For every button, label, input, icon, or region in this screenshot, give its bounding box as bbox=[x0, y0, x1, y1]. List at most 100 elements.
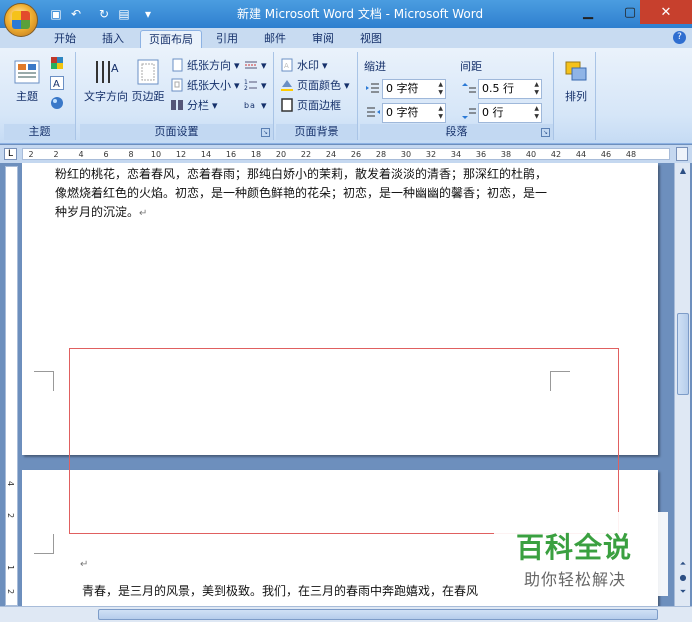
tab-selector-icon[interactable]: L bbox=[4, 148, 17, 160]
tab-home[interactable]: 开始 bbox=[46, 30, 84, 48]
themes-group: 主题 A 主题 bbox=[4, 52, 76, 140]
window-title: 新建 Microsoft Word 文档 - Microsoft Word bbox=[236, 7, 484, 21]
ruler-tick: 36 bbox=[475, 150, 487, 159]
paragraph-launcher-icon[interactable]: ↘ bbox=[541, 128, 550, 137]
ruler-row: L 2 2 4 6 8 10 12 14 16 18 20 22 24 26 2… bbox=[0, 145, 692, 163]
watermark-button[interactable]: A 水印 ▾ bbox=[280, 56, 328, 74]
redo-icon[interactable]: ↻ bbox=[96, 6, 112, 22]
paragraph-text: 青春，是三月的风景，美到极致。我们，在三月的春雨中奔跑嬉戏，在春风 bbox=[82, 584, 479, 598]
columns-button[interactable]: 分栏 ▾ bbox=[170, 96, 218, 114]
title-bar: ▣ ↶ ↻ ▤ ▾ 新建 Microsoft Word 文档 - Microso… bbox=[0, 0, 692, 28]
indent-right-spinner[interactable]: ▲ ▼ bbox=[438, 105, 443, 121]
page-background-group: A 水印 ▾ 页面颜色 ▾ 页面边框 页面背景 bbox=[276, 52, 358, 140]
previous-page-icon[interactable]: ⏶ bbox=[677, 558, 689, 570]
svg-text:A: A bbox=[53, 79, 60, 90]
arrange-button[interactable]: 排列 bbox=[556, 54, 596, 116]
ruler-tick: 16 bbox=[225, 150, 237, 159]
theme-colors-button[interactable] bbox=[50, 54, 64, 72]
arrange-group: 排列 bbox=[556, 52, 596, 140]
paragraph-mark: ↵ bbox=[139, 208, 148, 219]
document-paragraph[interactable]: 粉红的桃花，恋着春风，恋着春雨；那纯白娇小的茉莉，散发着淡淡的清香；那深红的杜鹃… bbox=[55, 165, 555, 223]
paragraph-mark: ↵ bbox=[80, 559, 89, 570]
watermark-title: 百科全说 bbox=[516, 531, 633, 564]
indent-right-input[interactable]: 0 字符 ▲ ▼ bbox=[382, 103, 446, 123]
vertical-scrollbar[interactable]: ▲ ⏶ ● ⏷ bbox=[674, 163, 690, 606]
vertical-scroll-thumb[interactable] bbox=[677, 313, 689, 395]
save-icon[interactable]: ▣ bbox=[48, 6, 64, 22]
hyphenation-button[interactable]: b a ▾ bbox=[244, 96, 267, 114]
scroll-up-icon[interactable]: ▲ bbox=[677, 165, 689, 177]
undo-icon[interactable]: ↶ bbox=[68, 6, 84, 22]
page-setup-group-label: 页面设置 bbox=[80, 124, 273, 140]
minimize-button[interactable]: ▁ bbox=[566, 0, 610, 24]
paragraph-text: 粉红的桃花，恋着春风，恋着春雨；那纯白娇小的茉莉，散发着淡淡的清香；那深红的杜鹃… bbox=[55, 167, 548, 219]
document-paragraph[interactable]: 青春，是三月的风景，美到极致。我们，在三月的春雨中奔跑嬉戏，在春风 bbox=[82, 582, 552, 601]
spacing-after-spinner[interactable]: ▲ ▼ bbox=[534, 105, 539, 121]
page-color-button[interactable]: 页面颜色 ▾ bbox=[280, 76, 350, 94]
text-direction-button[interactable]: A 文字方向 bbox=[82, 54, 130, 116]
minimize-icon: ▁ bbox=[583, 4, 593, 20]
horizontal-scrollbar[interactable] bbox=[0, 606, 692, 622]
theme-fonts-button[interactable]: A bbox=[50, 74, 64, 92]
spacing-after-value: 0 行 bbox=[482, 106, 504, 119]
office-button[interactable] bbox=[4, 3, 38, 37]
tab-view[interactable]: 视图 bbox=[352, 30, 390, 48]
themes-button[interactable]: 主题 bbox=[6, 54, 48, 116]
orientation-button[interactable]: 纸张方向 ▾ bbox=[170, 56, 240, 74]
tab-review[interactable]: 审阅 bbox=[304, 30, 342, 48]
breaks-icon bbox=[245, 61, 257, 69]
spacing-before-icon bbox=[462, 83, 476, 93]
spacing-before-spinner[interactable]: ▲ ▼ bbox=[534, 81, 539, 97]
page-setup-launcher-icon[interactable]: ↘ bbox=[261, 128, 270, 137]
spacing-before-value: 0.5 行 bbox=[482, 82, 514, 95]
ruler-tick: 40 bbox=[525, 150, 537, 159]
page-background-group-label: 页面背景 bbox=[276, 124, 357, 140]
spacing-after-input[interactable]: 0 行 ▲ ▼ bbox=[478, 103, 542, 123]
ruler-tick: 42 bbox=[550, 150, 562, 159]
indent-left-spinner[interactable]: ▲ ▼ bbox=[438, 81, 443, 97]
breaks-button[interactable]: ▾ bbox=[244, 56, 267, 74]
ruler-tick: 24 bbox=[325, 150, 337, 159]
tab-references[interactable]: 引用 bbox=[208, 30, 246, 48]
view-ruler-icon[interactable] bbox=[676, 147, 688, 161]
themes-button-label: 主题 bbox=[16, 90, 38, 103]
site-watermark: 百科全说 助你轻松解决 bbox=[494, 512, 668, 596]
margins-button[interactable]: 页边距 bbox=[130, 54, 166, 116]
next-page-icon[interactable]: ⏷ bbox=[677, 586, 689, 598]
ruler-tick: 8 bbox=[128, 150, 134, 159]
indent-left-input[interactable]: 0 字符 ▲ ▼ bbox=[382, 79, 446, 99]
ruler-tick: 2 bbox=[53, 150, 59, 159]
horizontal-scroll-thumb[interactable] bbox=[98, 609, 658, 620]
ruler-tick: 34 bbox=[450, 150, 462, 159]
vruler-tick: 1 bbox=[6, 564, 16, 571]
vertical-ruler[interactable]: 4 2 1 2 bbox=[5, 166, 18, 606]
help-icon[interactable]: ? bbox=[673, 31, 686, 44]
svg-text:A: A bbox=[111, 62, 119, 75]
indent-left-value: 0 字符 bbox=[386, 82, 419, 95]
theme-fonts-icon: A bbox=[50, 76, 64, 90]
spacing-after-icon bbox=[462, 108, 476, 119]
tab-insert[interactable]: 插入 bbox=[94, 30, 132, 48]
paragraph-group-label: 段落 bbox=[360, 124, 553, 140]
spacing-before-input[interactable]: 0.5 行 ▲ ▼ bbox=[478, 79, 542, 99]
print-preview-icon[interactable]: ▤ bbox=[116, 6, 132, 22]
horizontal-ruler[interactable]: 2 2 4 6 8 10 12 14 16 18 20 22 24 26 28 … bbox=[22, 148, 670, 160]
watermark-subtitle: 助你轻松解决 bbox=[524, 570, 627, 589]
ruler-tick: 38 bbox=[500, 150, 512, 159]
text-direction-label: 文字方向 bbox=[84, 90, 128, 103]
select-browse-object-icon[interactable]: ● bbox=[677, 572, 689, 584]
theme-effects-button[interactable] bbox=[50, 94, 64, 112]
paper-size-button[interactable]: 纸张大小 ▾ bbox=[170, 76, 240, 94]
close-button[interactable]: ✕ bbox=[640, 0, 692, 24]
line-numbers-button[interactable]: 1 2 ▾ bbox=[244, 76, 267, 94]
vruler-tick: 2 bbox=[6, 512, 16, 519]
page-borders-button[interactable]: 页面边框 bbox=[280, 96, 341, 114]
margin-corner-mark bbox=[34, 371, 54, 391]
tab-mailings[interactable]: 邮件 bbox=[256, 30, 294, 48]
arrange-icon bbox=[562, 58, 590, 86]
tab-page-layout[interactable]: 页面布局 bbox=[140, 30, 202, 48]
svg-text:A: A bbox=[284, 62, 289, 70]
margin-corner-mark bbox=[34, 534, 54, 554]
ribbon: 主题 A 主题 A 文字方向 页边距 纸张方向 ▾ 纸张大小 ▾ 分栏 ▾ ▾ 1 2 ▾… bbox=[0, 48, 692, 144]
page-setup-group: A 文字方向 页边距 纸张方向 ▾ 纸张大小 ▾ 分栏 ▾ ▾ 1 2 ▾ b a ▾ 页面设… bbox=[80, 52, 274, 140]
